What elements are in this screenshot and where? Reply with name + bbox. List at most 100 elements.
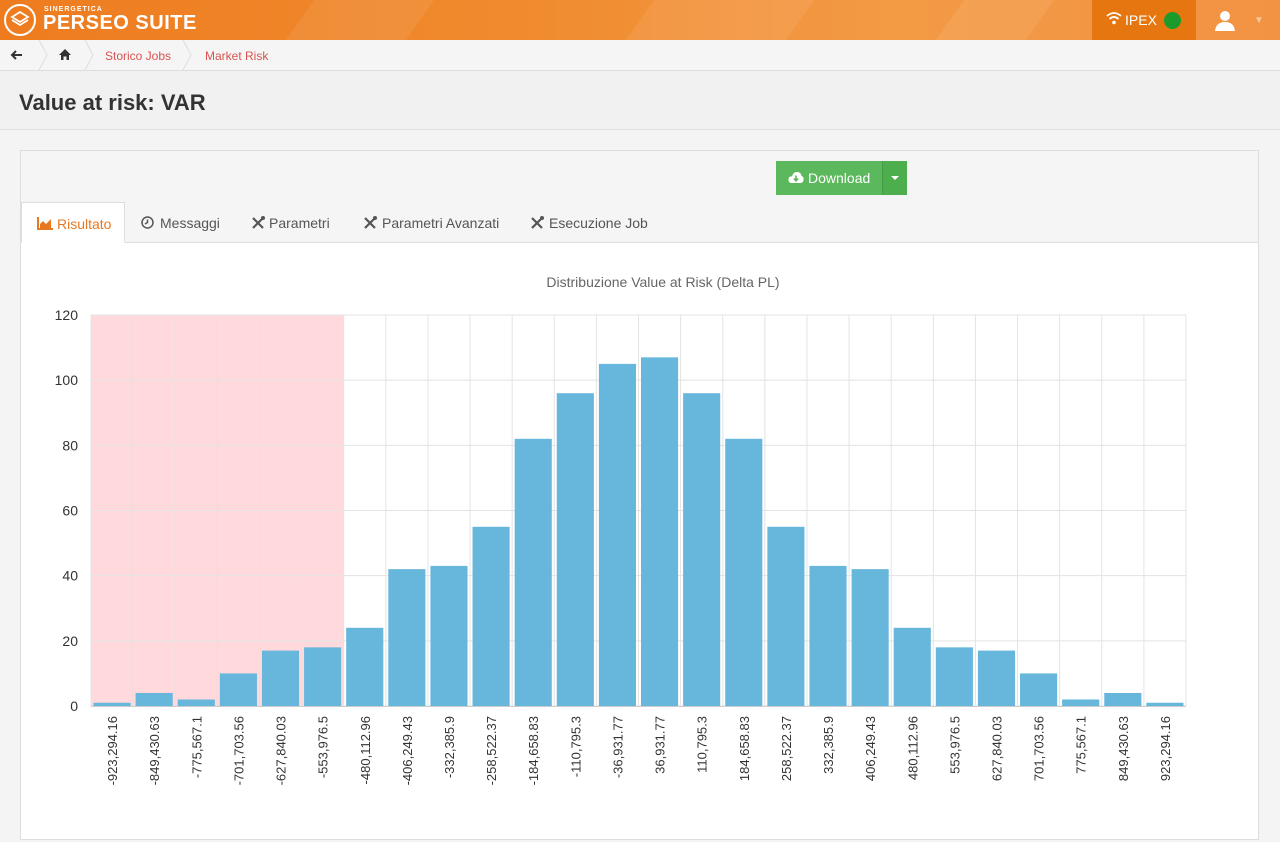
tab-label: Risultato (57, 216, 112, 232)
y-tick-label: 20 (62, 633, 78, 649)
connection-label: IPEX (1125, 12, 1157, 28)
breadcrumb-separator (38, 40, 48, 70)
decorative-stripe (625, 0, 815, 40)
download-button[interactable]: Download (776, 161, 882, 195)
y-tick-label: 100 (55, 372, 79, 388)
tab-label: Messaggi (160, 215, 220, 231)
x-tick-label: -627,840.03 (274, 716, 289, 785)
histogram-bar (809, 565, 847, 706)
decorative-stripe (285, 0, 435, 40)
x-tick-label: -553,976.5 (316, 716, 331, 778)
decorative-stripe (935, 0, 1055, 40)
tab-label: Parametri (269, 215, 330, 231)
tab-parametri-avanzati[interactable]: Parametri Avanzati (345, 202, 510, 242)
logo-icon[interactable] (4, 4, 36, 36)
user-icon[interactable] (1214, 10, 1236, 32)
histogram-bar (135, 692, 173, 706)
y-tick-label: 120 (55, 307, 79, 323)
chart-title: Distribuzione Value at Risk (Delta PL) (546, 274, 779, 290)
histogram-bar (977, 650, 1016, 706)
var-distribution-chart: Distribuzione Value at Risk (Delta PL) 0… (43, 252, 1195, 805)
histogram-bar (514, 438, 552, 706)
x-tick-label: 627,840.03 (989, 716, 1004, 781)
download-label: Download (808, 170, 871, 186)
tools-icon (364, 216, 377, 229)
histogram-bar (177, 699, 215, 706)
back-arrow-icon[interactable] (10, 48, 24, 62)
x-tick-label: 701,703.56 (1032, 716, 1047, 781)
home-icon[interactable] (58, 48, 72, 61)
x-tick-label: -332,385.9 (442, 716, 457, 778)
histogram-bar (767, 526, 805, 706)
tab-risultato[interactable]: Risultato (21, 202, 125, 243)
chevron-down-icon[interactable]: ▼ (1254, 15, 1264, 26)
breadcrumb-separator (182, 40, 192, 70)
area-chart-icon (37, 217, 53, 230)
histogram-bar (93, 702, 131, 706)
x-tick-label: -775,567.1 (189, 716, 204, 778)
status-dot (1164, 12, 1181, 29)
histogram-bar (261, 650, 300, 706)
histogram-bar (346, 627, 384, 706)
tab-esecuzione-job[interactable]: Esecuzione Job (513, 202, 658, 242)
x-tick-label: -701,703.56 (231, 716, 246, 785)
histogram-bar (641, 357, 679, 706)
x-tick-label: -258,522.37 (484, 716, 499, 785)
x-tick-label: -849,430.63 (147, 716, 162, 785)
x-tick-label: 184,658.83 (737, 716, 752, 781)
x-tick-label: -406,249.43 (400, 716, 415, 785)
x-tick-label: -184,658.83 (526, 716, 541, 785)
histogram-bar (683, 393, 721, 706)
tab-messaggi[interactable]: Messaggi (125, 202, 235, 242)
page-header: Value at risk: VAR (0, 71, 1280, 130)
x-tick-label: 110,795.3 (695, 716, 710, 773)
top-bar: SINERGETICA PERSEO SUITE IPEX ▼ (0, 0, 1280, 40)
x-tick-label: -36,931.77 (610, 716, 625, 778)
x-tick-label: 849,430.63 (1116, 716, 1131, 781)
x-tick-label: 775,567.1 (1074, 716, 1089, 774)
tab-label: Esecuzione Job (549, 215, 648, 231)
x-tick-label: -480,112.96 (358, 716, 373, 784)
x-tick-label: 553,976.5 (947, 716, 962, 774)
histogram-bar (598, 363, 636, 706)
histogram-bar (893, 627, 931, 706)
x-tick-label: 36,931.77 (653, 716, 668, 774)
tools-icon (252, 216, 265, 229)
histogram-bar (725, 438, 763, 706)
x-tick-label: -110,795.3 (568, 716, 583, 777)
histogram-bar (472, 526, 510, 706)
histogram-bar (388, 569, 426, 706)
histogram-bar (851, 569, 889, 706)
breadcrumb-link-storico-jobs[interactable]: Storico Jobs (105, 49, 171, 63)
breadcrumb-separator (84, 40, 94, 70)
panel-header: Download Risultato Messaggi Parametri Pa… (21, 151, 1258, 243)
clock-icon (141, 216, 154, 229)
histogram-bar (304, 647, 342, 706)
x-tick-label: 406,249.43 (863, 716, 878, 781)
wifi-icon (1106, 12, 1122, 25)
brand-title[interactable]: PERSEO SUITE (43, 12, 197, 35)
y-tick-label: 0 (70, 698, 78, 714)
histogram-bar (430, 565, 468, 706)
x-tick-label: 258,522.37 (779, 716, 794, 781)
histogram-bar (556, 393, 594, 706)
breadcrumb-link-market-risk[interactable]: Market Risk (205, 49, 268, 63)
breadcrumb: Storico Jobs Market Risk (0, 40, 1280, 71)
histogram-bar (935, 647, 973, 706)
x-tick-label: -923,294.16 (105, 716, 120, 785)
tab-parametri[interactable]: Parametri (235, 202, 345, 242)
histogram-bar (219, 673, 257, 706)
download-dropdown-toggle[interactable] (882, 161, 907, 195)
y-tick-label: 60 (62, 503, 78, 519)
y-tick-label: 80 (62, 437, 78, 453)
y-tick-label: 40 (62, 568, 78, 584)
x-tick-label: 332,385.9 (821, 716, 836, 774)
tools-icon (531, 216, 544, 229)
histogram-bar (1104, 692, 1142, 706)
cloud-download-icon (788, 172, 804, 183)
tab-label: Parametri Avanzati (382, 215, 500, 231)
histogram-bar (1062, 699, 1100, 706)
histogram-bar (1020, 673, 1058, 706)
x-tick-label: 923,294.16 (1158, 716, 1173, 781)
page-title: Value at risk: VAR (19, 90, 206, 115)
